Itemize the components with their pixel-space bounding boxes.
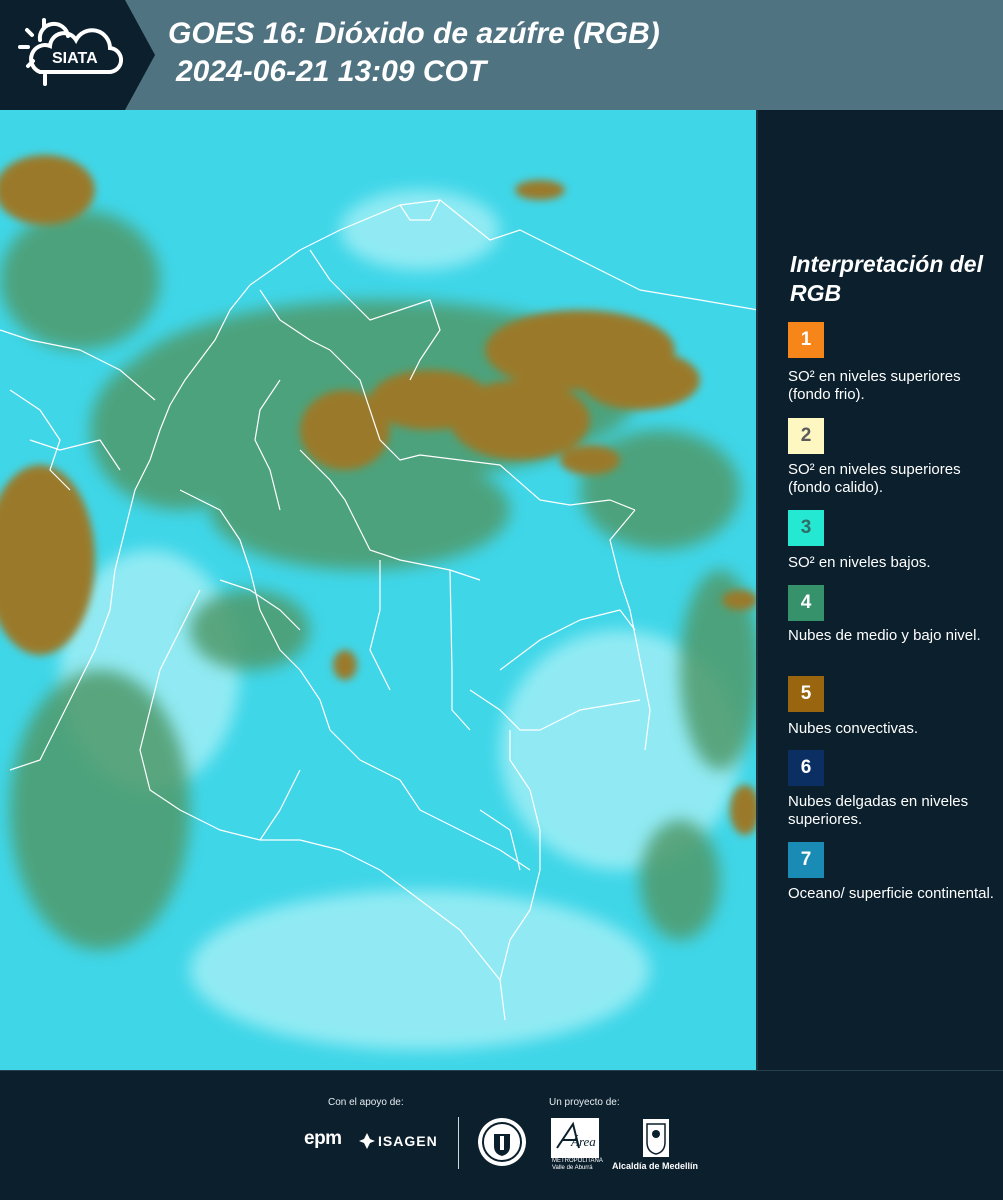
legend-num-3: 3 — [800, 517, 812, 538]
isagen-logo-icon — [359, 1133, 375, 1149]
legend-label-1: SO² en niveles superiores (fondo frio). — [788, 368, 961, 403]
legend-num-7: 7 — [800, 849, 812, 870]
legend-label-5: Nubes convectivas. — [788, 720, 919, 737]
siata-logo-text: SIATA — [52, 50, 98, 67]
legend-num-4: 4 — [800, 592, 812, 613]
legend-swatch-2: 2 — [788, 418, 824, 454]
legend-panel: Interpretación del RGB 1 SO² en niveles … — [760, 110, 1003, 1070]
legend-swatch-3: 3 — [788, 510, 824, 546]
legend-num-5: 5 — [800, 683, 812, 704]
isagen-logo: ISAGEN — [378, 1133, 438, 1149]
legend-label-3: SO² en niveles bajos. — [788, 554, 931, 571]
alcaldia-shield-icon — [643, 1119, 669, 1157]
legend-label-7: Oceano/ superficie continental. — [788, 885, 994, 902]
legend-swatch-5: 5 — [788, 676, 824, 712]
siata-logo: SIATA — [0, 0, 160, 110]
page-title: GOES 16: Dióxido de azúfre (RGB) — [168, 17, 660, 50]
area-metropolitana-text: METROPOLITANA Valle de Aburrá — [552, 1158, 603, 1172]
area-metropolitana-logo-icon: Área — [551, 1118, 599, 1158]
legend-label-6: Nubes delgadas en niveles superiores. — [788, 793, 969, 828]
page-timestamp: 2024-06-21 13:09 COT — [176, 55, 487, 88]
legend-label-2: SO² en niveles superiores (fondo calido)… — [788, 461, 961, 496]
legend-swatch-6: 6 — [788, 750, 824, 786]
epm-logo: epm — [304, 1128, 342, 1149]
area-sub2: Valle de Aburrá — [552, 1165, 593, 1171]
legend-label-4: Nubes de medio y bajo nivel. — [788, 627, 981, 644]
header: SIATA GOES 16: Dióxido de azúfre (RGB) 2… — [0, 0, 1003, 110]
medellin-seal-icon — [478, 1118, 526, 1166]
satellite-map — [0, 110, 758, 1070]
legend-title: Interpretación del RGB — [790, 251, 983, 306]
support-label: Con el apoyo de: — [328, 1097, 404, 1108]
project-label: Un proyecto de: — [549, 1097, 620, 1108]
alcaldia-logo-text: Alcaldía de Medellín — [612, 1161, 699, 1171]
legend-swatch-1: 1 — [788, 322, 824, 358]
legend-swatch-4: 4 — [788, 585, 824, 621]
area-sub1: METROPOLITANA — [552, 1158, 603, 1164]
legend-num-2: 2 — [800, 425, 812, 446]
footer-divider — [458, 1117, 459, 1169]
legend-num-1: 1 — [800, 329, 812, 350]
legend-swatch-7: 7 — [788, 842, 824, 878]
legend-num-6: 6 — [800, 757, 812, 778]
area-logo-text: Área — [570, 1134, 596, 1149]
